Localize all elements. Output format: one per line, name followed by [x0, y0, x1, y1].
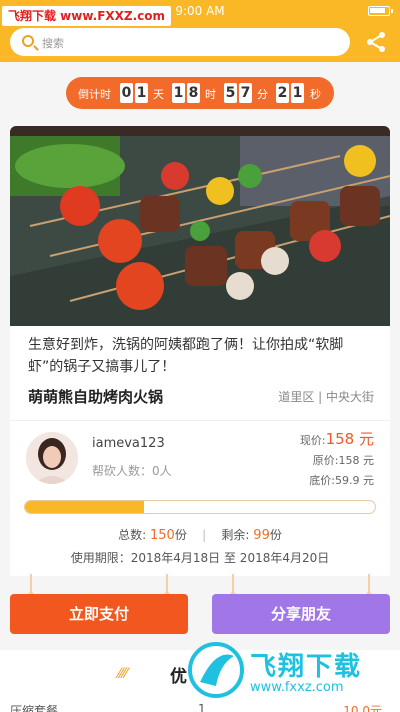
total-unit: 份: [174, 528, 187, 542]
decoration-icon: ⁄⁄⁄⁄: [118, 666, 128, 682]
watermark-brand: 飞翔下载: [250, 652, 363, 682]
helpers-label: 帮砍人数：: [92, 464, 153, 478]
search-input[interactable]: 搜索: [10, 28, 350, 56]
total-value: 150: [150, 528, 175, 543]
remain-unit: 份: [269, 528, 282, 542]
share-friends-button[interactable]: 分享朋友: [212, 594, 390, 634]
countdown-timer: 倒计时 0 1 天 1 8 时 5 7 分 2 1 秒: [66, 77, 334, 109]
button-rope: [366, 574, 372, 598]
validity-period: 使用期限：2018年4月18日 至 2018年4月20日: [70, 551, 330, 565]
product-photo[interactable]: [10, 136, 390, 326]
button-rope: [230, 574, 236, 598]
original-price: 原价:158 元: [312, 454, 374, 467]
countdown-label: 倒计时: [78, 88, 111, 101]
countdown-digit: 1: [172, 83, 185, 103]
helpers-value: 0人: [152, 464, 172, 478]
share-icon[interactable]: [364, 30, 388, 54]
avatar[interactable]: [26, 432, 78, 484]
divider: [10, 420, 390, 421]
total-label: 总数:: [118, 528, 147, 542]
button-rope: [164, 574, 170, 598]
shop-name: 萌萌熊自助烤肉火锅: [28, 388, 164, 406]
package-price: 10.0元: [343, 704, 382, 712]
package-name: 压缩套餐: [10, 704, 59, 712]
current-price-label: 现价:: [299, 434, 326, 447]
countdown-unit: 秒: [310, 88, 321, 101]
countdown-digit: 0: [120, 83, 133, 103]
pay-now-button[interactable]: 立即支付: [10, 594, 188, 634]
shop-area: 道里区 | 中央大街: [278, 390, 374, 404]
package-qty: 1: [198, 702, 206, 712]
watermark-url: www.fxxz.com: [250, 680, 344, 695]
progress-fill: [25, 501, 144, 513]
user-name: iameva123: [92, 436, 165, 451]
search-placeholder: 搜索: [42, 37, 64, 50]
remain-label: 剩余:: [221, 528, 250, 542]
avatar-image: [26, 432, 78, 484]
helpers-count: 帮砍人数：0人: [92, 462, 172, 479]
stock-separator: |: [202, 528, 207, 542]
countdown-unit: 分: [257, 88, 268, 101]
battery-icon: [368, 6, 393, 16]
base-price: 底价:59.9 元: [309, 474, 374, 487]
countdown-digit: 5: [224, 83, 237, 103]
countdown-digit: 2: [276, 83, 289, 103]
countdown-digit: 7: [239, 83, 252, 103]
search-icon: [22, 35, 34, 47]
watermark-top: 飞翔下载 www.FXXZ.com: [2, 6, 172, 26]
countdown-unit: 时: [205, 88, 216, 101]
current-price-value: 158 元: [325, 430, 374, 448]
countdown-unit: 天: [153, 88, 164, 101]
countdown-digit: 8: [187, 83, 200, 103]
watermark-logo-icon: [188, 642, 244, 698]
remain-value: 99: [253, 528, 270, 543]
section-title: 优: [170, 667, 187, 687]
countdown-digit: 1: [291, 83, 304, 103]
button-rope: [28, 574, 34, 598]
countdown-digit: 1: [135, 83, 148, 103]
current-price: 现价:158 元: [300, 428, 374, 449]
product-description: 生意好到炸，洗锅的阿姨都跑了俩！让你拍成“软脚虾”的锅子又搞事儿了！: [28, 337, 344, 375]
product-card: 生意好到炸，洗锅的阿姨都跑了俩！让你拍成“软脚虾”的锅子又搞事儿了！ 萌萌熊自助…: [10, 126, 390, 576]
stock-info: 总数: 150份 | 剩余: 99份: [10, 526, 390, 543]
bargain-progress-bar: [24, 500, 376, 514]
